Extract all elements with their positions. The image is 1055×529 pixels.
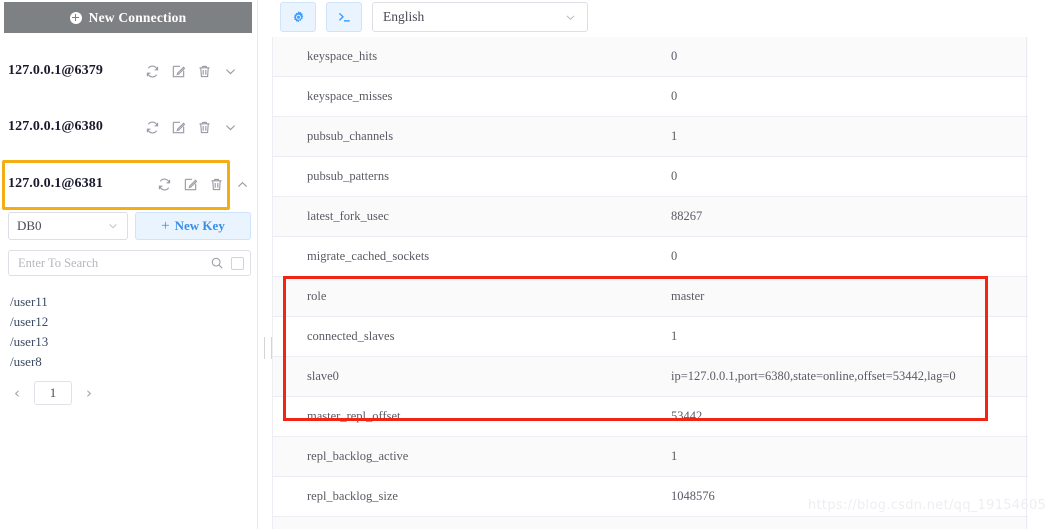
list-item[interactable]: /user8 [10,352,240,372]
connection-item-6379[interactable]: 127.0.0.1@6379 [0,47,250,95]
chevron-down-icon [107,220,119,232]
connection-label: 127.0.0.1@6381 [8,176,103,191]
info-table: keyspace_hits 0 keyspace_misses 0 pubsub_c… [272,37,1028,529]
connection-item-6381[interactable]: 127.0.0.1@6381 [0,160,250,208]
edit-icon[interactable] [183,177,198,192]
row-value: master [671,289,705,303]
main-panel: English keyspace_hits 0 keyspace_misses 0 … [272,0,1055,529]
new-connection-label: New Connection [88,9,187,25]
table-right-border [1026,37,1027,529]
row-value: ip=127.0.0.1,port=6380,state=online,offs… [671,369,956,383]
sidebar: New Connection 127.0.0.1@6379 127.0.0.1@… [0,0,258,529]
list-item[interactable]: /user13 [10,332,240,352]
new-key-label: New Key [174,218,225,233]
settings-icon [291,10,306,25]
table-row[interactable]: migrate_cached_sockets 0 [273,237,1028,277]
search-icon[interactable] [210,256,224,270]
plus-circle-icon [69,11,82,24]
pagination-prev-button[interactable]: ‹ [6,381,28,405]
table-row[interactable]: connected_slaves 1 [273,317,1028,357]
row-key: migrate_cached_sockets [307,249,430,263]
table-row[interactable]: keyspace_hits 0 [273,37,1028,77]
settings-button[interactable] [280,2,316,32]
row-key: repl_backlog_size [307,489,398,503]
delete-icon[interactable] [197,64,212,79]
connection-label: 127.0.0.1@6379 [8,63,103,78]
table-row[interactable]: slave0 ip=127.0.0.1,port=6380,state=onlin… [273,357,1028,397]
db-select[interactable]: DB0 [8,212,128,240]
table-row[interactable]: pubsub_patterns 0 [273,157,1028,197]
db-toolbar: DB0 + New Key [8,212,251,240]
row-value: 0 [671,89,678,103]
row-key: pubsub_channels [307,129,394,143]
table-row[interactable]: repl_backlog_size 1048576 [273,477,1028,517]
table-row[interactable]: keyspace_misses 0 [273,77,1028,117]
connection-label: 127.0.0.1@6380 [8,119,103,134]
connection-actions [145,120,238,135]
new-key-button[interactable]: + New Key [135,212,251,240]
table-row[interactable]: pubsub_channels 1 [273,117,1028,157]
plus-icon: + [161,217,170,234]
chevron-up-icon[interactable] [235,177,250,192]
pagination-page-number[interactable]: 1 [34,381,72,405]
language-select[interactable]: English [372,2,588,32]
row-value: 1048576 [671,489,715,503]
delete-icon[interactable] [209,177,224,192]
sidebar-splitter-handle[interactable] [264,337,272,359]
connection-actions [157,177,248,192]
chevron-down-icon[interactable] [223,120,238,135]
table-row[interactable]: role master [273,277,1028,317]
row-key: keyspace_hits [307,49,378,63]
pagination-next-button[interactable]: › [78,381,100,405]
row-value: 0 [671,49,678,63]
row-value: 1 [671,329,678,343]
row-key: master_repl_offset [307,409,401,423]
search-input[interactable]: Enter To Search [18,256,210,271]
key-search-box[interactable]: Enter To Search [8,250,251,276]
row-key: slave0 [307,369,339,383]
refresh-icon[interactable] [157,177,172,192]
table-row[interactable]: latest_fork_usec 88267 [273,197,1028,237]
table-row[interactable]: repl_backlog_first_byte_offset2 [273,517,1028,529]
row-value: 53442 [671,409,703,423]
row-key: pubsub_patterns [307,169,389,183]
table-row[interactable]: repl_backlog_active 1 [273,437,1028,477]
list-item[interactable]: /user12 [10,312,240,332]
connection-item-6380[interactable]: 127.0.0.1@6380 [0,103,250,151]
edit-icon[interactable] [171,64,186,79]
chevron-down-icon [564,11,577,24]
pagination: ‹ 1 › [6,380,236,406]
refresh-icon[interactable] [145,64,160,79]
chevron-down-icon[interactable] [223,64,238,79]
row-value: 1 [671,449,678,463]
terminal-icon [337,10,352,25]
refresh-icon[interactable] [145,120,160,135]
row-key: role [307,289,327,303]
app-root: New Connection 127.0.0.1@6379 127.0.0.1@… [0,0,1055,529]
new-connection-button[interactable]: New Connection [4,2,252,33]
delete-icon[interactable] [197,120,212,135]
list-item[interactable]: /user11 [10,292,240,312]
row-key: connected_slaves [307,329,395,343]
search-checkbox[interactable] [231,256,244,270]
row-key: keyspace_misses [307,89,393,103]
connection-actions [145,64,238,79]
row-key: latest_fork_usec [307,209,389,223]
row-value: 0 [671,249,678,263]
db-select-value: DB0 [17,218,42,233]
language-select-value: English [383,9,425,24]
key-list: /user11 /user12 /user13 /user8 [10,292,240,372]
table-row[interactable]: master_repl_offset 53442 [273,397,1028,437]
toolbar: English [280,1,588,33]
row-value: 88267 [671,209,703,223]
row-value: 0 [671,169,678,183]
edit-icon[interactable] [171,120,186,135]
row-key: repl_backlog_active [307,449,409,463]
row-value: 1 [671,129,678,143]
console-button[interactable] [326,2,362,32]
